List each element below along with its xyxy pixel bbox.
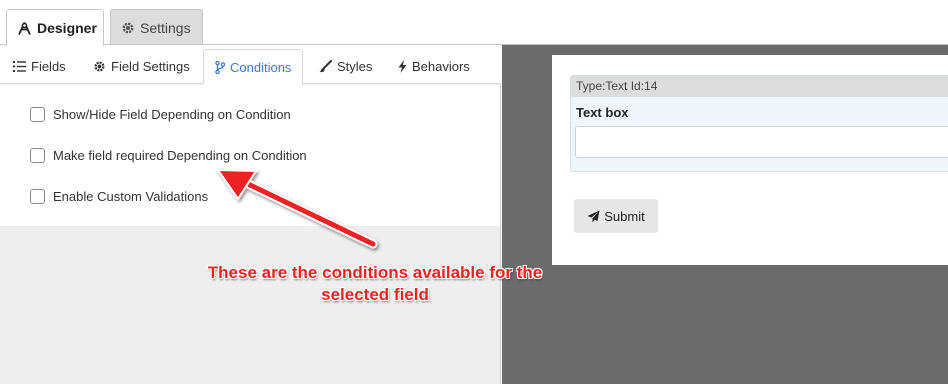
condition-custom-validations[interactable]: Enable Custom Validations xyxy=(30,189,208,204)
annotation-text: These are the conditions available for t… xyxy=(170,262,580,306)
tab-field-settings[interactable]: Field Settings xyxy=(93,49,190,84)
conditions-list: Show/Hide Field Depending on Condition M… xyxy=(0,85,500,226)
condition-required[interactable]: Make field required Depending on Conditi… xyxy=(30,148,307,163)
tab-behaviors-label: Behaviors xyxy=(412,59,470,74)
form-designer-window: Designer Settings Fields Field Settings xyxy=(0,0,948,384)
condition-label: Enable Custom Validations xyxy=(53,189,209,204)
list-icon xyxy=(13,61,26,72)
tab-conditions-label: Conditions xyxy=(230,59,292,75)
designer-icon xyxy=(17,21,32,36)
gear-icon xyxy=(93,60,106,73)
tab-settings-label: Settings xyxy=(140,19,191,36)
tab-behaviors[interactable]: Behaviors xyxy=(398,49,470,84)
condition-label: Make field required Depending on Conditi… xyxy=(53,148,307,163)
tab-designer-label: Designer xyxy=(37,20,97,36)
show-hide-checkbox[interactable] xyxy=(30,107,45,122)
tab-styles[interactable]: Styles xyxy=(319,49,372,84)
required-checkbox[interactable] xyxy=(30,148,45,163)
text-box-input[interactable] xyxy=(575,126,948,158)
brush-icon xyxy=(319,60,332,73)
field-label: Text box xyxy=(576,105,629,120)
annotation-line-2: selected field xyxy=(321,285,429,304)
tab-fields-label: Fields xyxy=(31,59,66,74)
submit-label: Submit xyxy=(604,208,645,224)
annotation-line-1: These are the conditions available for t… xyxy=(207,263,543,282)
tab-designer[interactable]: Designer xyxy=(6,9,104,46)
property-tabs: Fields Field Settings Conditions Styles xyxy=(0,45,501,85)
tab-settings[interactable]: Settings xyxy=(110,9,203,45)
paper-plane-icon xyxy=(587,210,600,223)
tab-field-settings-label: Field Settings xyxy=(111,59,190,74)
tab-styles-label: Styles xyxy=(337,59,373,74)
gear-icon xyxy=(121,21,135,35)
tab-fields[interactable]: Fields xyxy=(13,49,66,84)
custom-validations-checkbox[interactable] xyxy=(30,189,45,204)
branch-icon xyxy=(215,60,225,74)
lightning-icon xyxy=(398,60,407,73)
condition-show-hide[interactable]: Show/Hide Field Depending on Condition xyxy=(30,107,291,122)
condition-label: Show/Hide Field Depending on Condition xyxy=(53,107,291,122)
selected-field[interactable]: Type:Text Id:14 Text box xyxy=(570,75,948,172)
tab-conditions[interactable]: Conditions xyxy=(203,49,304,85)
field-type-header: Type:Text Id:14 xyxy=(571,76,948,97)
properties-panel: Fields Field Settings Conditions Styles xyxy=(0,45,501,384)
submit-button[interactable]: Submit xyxy=(574,199,658,233)
